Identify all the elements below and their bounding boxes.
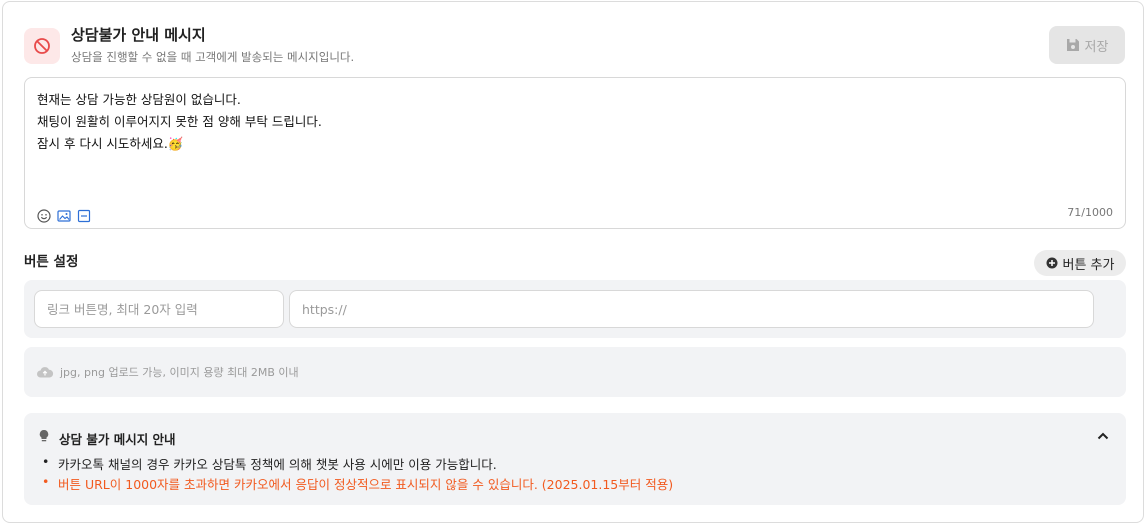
page-subtitle: 상담을 진행할 수 없을 때 고객에게 발송되는 메시지입니다.	[71, 50, 355, 64]
message-line: 현재는 상담 가능한 상담원이 없습니다.	[37, 92, 241, 107]
lightbulb-icon	[39, 429, 49, 442]
upload-hint: jpg, png 업로드 가능, 이미지 용량 최대 2MB 이내	[60, 366, 299, 379]
notice-panel: 상담 불가 메시지 안내 • 카카오톡 채널의 경우 카카오 상담톡 정책에 의해…	[24, 413, 1126, 505]
cloud-upload-icon	[37, 367, 54, 378]
editor-toolbar	[37, 209, 91, 223]
character-counter: 71/1000	[1067, 206, 1113, 219]
page-title: 상담불가 안내 메시지	[71, 26, 206, 44]
save-button[interactable]: 저장	[1049, 26, 1125, 64]
notice-title: 상담 불가 메시지 안내	[59, 432, 176, 447]
notice-item-text: 카카오톡 채널의 경우 카카오 상담톡 정책에 의해 챗봇 사용 시에만 이용 …	[58, 457, 497, 472]
add-button-button[interactable]: 버튼 추가	[1034, 250, 1126, 276]
chevron-up-icon[interactable]	[1096, 429, 1110, 443]
notice-item-warning: • 버튼 URL이 1000자를 초과하면 카카오에서 응답이 정상적으로 표시되…	[42, 474, 674, 492]
notice-item: • 카카오톡 채널의 경우 카카오 상담톡 정책에 의해 챗봇 사용 시에만 이용…	[42, 454, 497, 472]
button-name-input[interactable]	[34, 290, 284, 328]
floppy-disk-icon	[1066, 39, 1079, 51]
plus-circle-icon	[1046, 257, 1057, 269]
message-line: 잠시 후 다시 시도하세요.🥳	[37, 136, 184, 151]
notice-item-text: 버튼 URL이 1000자를 초과하면 카카오에서 응답이 정상적으로 표시되지…	[58, 477, 674, 492]
message-line: 채팅이 원활히 이루어지지 못한 점 양해 부탁 드립니다.	[37, 114, 322, 129]
save-button-label: 저장	[1084, 39, 1109, 55]
emoji-icon[interactable]	[37, 209, 51, 223]
image-icon[interactable]	[57, 209, 71, 223]
button-url-input[interactable]	[289, 290, 1094, 328]
add-button-label: 버튼 추가	[1062, 257, 1115, 273]
prohibited-icon	[24, 28, 60, 64]
message-editor[interactable]: 현재는 상담 가능한 상담원이 없습니다. 채팅이 원활히 이루어지지 못한 점…	[24, 77, 1126, 229]
button-settings-title: 버튼 설정	[24, 254, 79, 270]
settings-card: 상담불가 안내 메시지 상담을 진행할 수 없을 때 고객에게 발송되는 메시지…	[2, 1, 1144, 523]
button-row	[24, 280, 1126, 338]
image-upload-area[interactable]: jpg, png 업로드 가능, 이미지 용량 최대 2MB 이내	[24, 347, 1126, 397]
template-icon[interactable]	[77, 209, 91, 223]
